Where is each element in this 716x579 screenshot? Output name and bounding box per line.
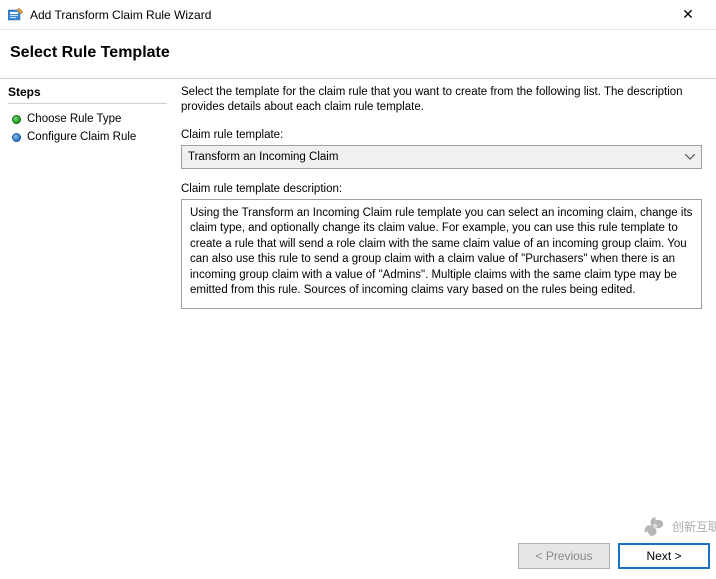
main-panel: Select the template for the claim rule t… (175, 79, 716, 539)
description-label: Claim rule template description: (181, 183, 702, 195)
step-label: Configure Claim Rule (27, 131, 136, 143)
intro-text: Select the template for the claim rule t… (181, 85, 702, 115)
close-icon: ✕ (682, 6, 694, 23)
steps-sidebar: Steps Choose Rule Type Configure Claim R… (0, 79, 175, 539)
bullet-active-icon (12, 115, 21, 124)
step-label: Choose Rule Type (27, 113, 121, 125)
wizard-header: Select Rule Template (0, 30, 716, 74)
page-title: Select Rule Template (10, 44, 706, 62)
previous-button: < Previous (518, 543, 610, 569)
wizard-icon (8, 7, 24, 23)
bullet-pending-icon (12, 133, 21, 142)
window-title: Add Transform Claim Rule Wizard (30, 8, 668, 22)
chevron-down-icon (679, 146, 701, 168)
watermark-text: 创新互联 (672, 519, 716, 534)
wizard-footer: < Previous Next > 创新互联 (512, 533, 716, 579)
close-button[interactable]: ✕ (668, 1, 708, 29)
template-dropdown[interactable]: Transform an Incoming Claim (181, 145, 702, 169)
step-choose-rule-type[interactable]: Choose Rule Type (8, 110, 167, 128)
template-selected-value: Transform an Incoming Claim (188, 151, 338, 163)
step-configure-claim-rule[interactable]: Configure Claim Rule (8, 128, 167, 146)
description-box: Using the Transform an Incoming Claim ru… (181, 199, 702, 309)
titlebar: Add Transform Claim Rule Wizard ✕ (0, 0, 716, 30)
previous-label: < Previous (535, 549, 592, 563)
steps-heading: Steps (8, 85, 167, 104)
description-text: Using the Transform an Incoming Claim ru… (190, 207, 692, 297)
next-label: Next > (646, 549, 681, 563)
template-label: Claim rule template: (181, 129, 702, 141)
site-watermark: 创新互联 (642, 509, 716, 549)
